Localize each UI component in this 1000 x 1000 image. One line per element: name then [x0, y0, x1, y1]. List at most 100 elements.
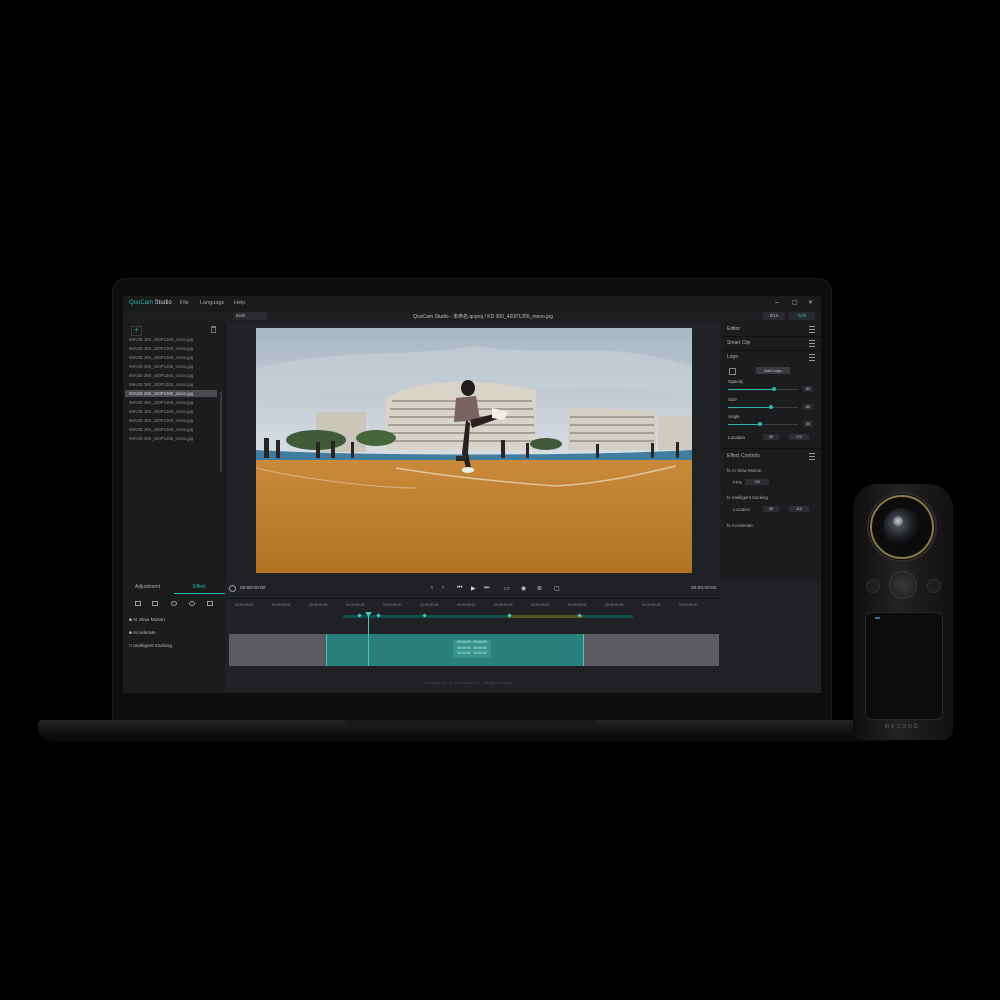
- accelerate-control[interactable]: fx Accelerate: [727, 523, 753, 528]
- file-list-item[interactable]: IMAGE 360_420P1265_mono.jpg: [125, 354, 217, 361]
- prev-frame-button[interactable]: ‹: [431, 585, 433, 591]
- app-window: QooCam Studio File Language Help – ▢ ✕ B…: [123, 296, 821, 693]
- ai-slow-motion-control[interactable]: fx AI Slow Motion: [727, 468, 762, 473]
- camera-side-button: [867, 580, 879, 592]
- effect-controls-heading[interactable]: Effect Controls: [727, 453, 760, 459]
- keyframe-track[interactable]: [343, 615, 633, 618]
- logo-brand: QooCam: [129, 300, 154, 306]
- logo-checkbox[interactable]: [729, 368, 736, 375]
- menu-help[interactable]: Help: [234, 300, 245, 306]
- effect-ai-slow-motion[interactable]: ■ AI Slow Motion: [129, 618, 165, 623]
- ruler-tick-label: 00:00:00:00: [235, 603, 254, 607]
- size-slider[interactable]: [728, 405, 798, 409]
- lens-highlight: [893, 516, 903, 526]
- tracking-location-y[interactable]: 112: [789, 506, 809, 512]
- file-list-item[interactable]: IMAGE 360_420P1265_mono.jpg: [125, 435, 217, 442]
- skip-back-button[interactable]: ⏮: [457, 585, 462, 592]
- camera-screen: [865, 612, 943, 720]
- app-logo: QooCam Studio: [129, 300, 172, 306]
- export-icon[interactable]: [207, 601, 213, 606]
- file-list-item[interactable]: IMAGE 360_420P1265_mono.jpg: [125, 345, 217, 352]
- file-list-item[interactable]: IMAGE 360_420P1265_mono.jpg: [125, 399, 217, 406]
- fps-select[interactable]: Off: [745, 479, 769, 485]
- menu-language[interactable]: Language: [200, 300, 224, 306]
- tracking-location-x[interactable]: 95: [763, 506, 779, 512]
- tracking-location-label: Location: [733, 507, 751, 512]
- file-list-item[interactable]: IMAGE 360_420P1265_mono.jpg: [125, 381, 217, 388]
- current-time: 00:00:00:00: [240, 586, 266, 591]
- file-list-item[interactable]: IMAGE 360_420P1265_mono.jpg: [125, 363, 217, 370]
- video-preview[interactable]: [256, 328, 692, 573]
- next-frame-button[interactable]: ›: [442, 585, 444, 591]
- trim-icon[interactable]: [152, 601, 158, 606]
- ruler-tick-label: 00:00:00:00: [679, 603, 698, 607]
- location-y[interactable]: 172: [789, 434, 809, 440]
- file-list-item[interactable]: IMAGE 360_420P1265_mono.jpg: [125, 426, 217, 433]
- smart-clip-menu-icon[interactable]: [809, 340, 815, 347]
- angle-slider[interactable]: [728, 422, 798, 426]
- editor-menu-icon[interactable]: [809, 326, 815, 333]
- ruler-tick-label: 00:00:00:00: [642, 603, 661, 607]
- playhead[interactable]: [368, 612, 369, 666]
- size-knob[interactable]: [769, 405, 774, 409]
- ruler-tick-label: 00:00:00:00: [309, 603, 328, 607]
- opacity-value[interactable]: 80: [803, 386, 813, 392]
- location-x[interactable]: 95: [763, 434, 779, 440]
- status-footer: Accelerate: 2X · AI Slow Motion: 2X · In…: [423, 681, 512, 685]
- play-button[interactable]: ▶: [471, 585, 476, 592]
- loop-icon[interactable]: ⊛: [537, 585, 542, 592]
- snapshot-icon[interactable]: ◉: [521, 585, 526, 592]
- angle-label: Angle: [728, 414, 740, 419]
- ruler-tick-label: 00:00:00:00: [383, 603, 402, 607]
- maximize-button[interactable]: ▢: [792, 299, 798, 306]
- effect-intelligent-tracking[interactable]: □ Intelligent tracking: [129, 644, 172, 649]
- file-list-item[interactable]: IMAGE 360_420P1265_mono.jpg: [125, 417, 217, 424]
- tab-adjustment[interactable]: Adjustment: [135, 584, 160, 590]
- view-select[interactable]: Both: [233, 312, 267, 320]
- ruler-tick-label: 00:00:00:00: [568, 603, 587, 607]
- angle-value[interactable]: 30: [803, 421, 813, 427]
- camera-brand: QOOCAM: [883, 722, 918, 728]
- opacity-label: Opacity: [728, 379, 744, 384]
- camera-side-button: [928, 580, 940, 592]
- keyframe-track-accelerate[interactable]: [508, 615, 583, 618]
- skip-forward-button[interactable]: ⏭: [484, 585, 489, 592]
- export-button[interactable]: Edit: [789, 312, 815, 320]
- clip-info: 00:00:00 - 00:00:00 00:00:00 - 00:00:00 …: [453, 640, 491, 658]
- logo-suffix: Studio: [153, 300, 172, 306]
- time-icon: [229, 585, 236, 592]
- split-icon[interactable]: [135, 601, 141, 606]
- add-file-button[interactable]: +: [131, 326, 142, 336]
- size-value[interactable]: 80: [803, 404, 813, 410]
- page-counter: 0/10: [763, 312, 785, 320]
- close-button[interactable]: ✕: [808, 299, 813, 306]
- logo-heading[interactable]: Logo: [727, 354, 738, 360]
- intelligent-tracking-control[interactable]: fx Intelligent tracking: [727, 495, 768, 500]
- tab-effect[interactable]: Effect: [193, 584, 206, 590]
- effect-controls-menu-icon[interactable]: [809, 453, 815, 460]
- divider: [229, 598, 719, 599]
- file-list-item[interactable]: IMAGE 360_420P1265_mono.jpg: [125, 372, 217, 379]
- menu-file[interactable]: File: [180, 300, 189, 306]
- smart-clip-heading[interactable]: Smart Clip: [727, 340, 750, 346]
- ruler-tick-label: 00:00:00:00: [605, 603, 624, 607]
- effect-accelerate[interactable]: ■ Accelerate: [129, 631, 156, 636]
- record-icon[interactable]: [189, 601, 195, 606]
- file-list-item[interactable]: IMAGE 360_420P1265_mono.jpg: [125, 336, 217, 343]
- logo-menu-icon[interactable]: [809, 354, 815, 361]
- fps-label: FPS: [733, 480, 742, 485]
- speed-icon[interactable]: [171, 601, 177, 606]
- trash-icon[interactable]: [211, 326, 216, 333]
- file-list-item[interactable]: IMAGE 360_420P1265_mono.jpg: [125, 408, 217, 415]
- editor-heading[interactable]: Editor: [727, 326, 740, 332]
- add-logo-button[interactable]: Add Logo: [756, 367, 790, 374]
- opacity-slider[interactable]: [728, 387, 798, 391]
- opacity-knob[interactable]: [771, 387, 776, 391]
- minimize-button[interactable]: –: [775, 299, 779, 306]
- angle-knob[interactable]: [757, 422, 762, 426]
- fullscreen-icon[interactable]: ▭: [504, 585, 510, 592]
- screen-icon[interactable]: ▢: [554, 585, 560, 592]
- file-list-scrollbar[interactable]: [220, 392, 222, 472]
- ruler-tick-label: 00:00:00:00: [531, 603, 550, 607]
- file-list-item[interactable]: IMAGE 360_420P1265_mono.jpg: [125, 390, 217, 397]
